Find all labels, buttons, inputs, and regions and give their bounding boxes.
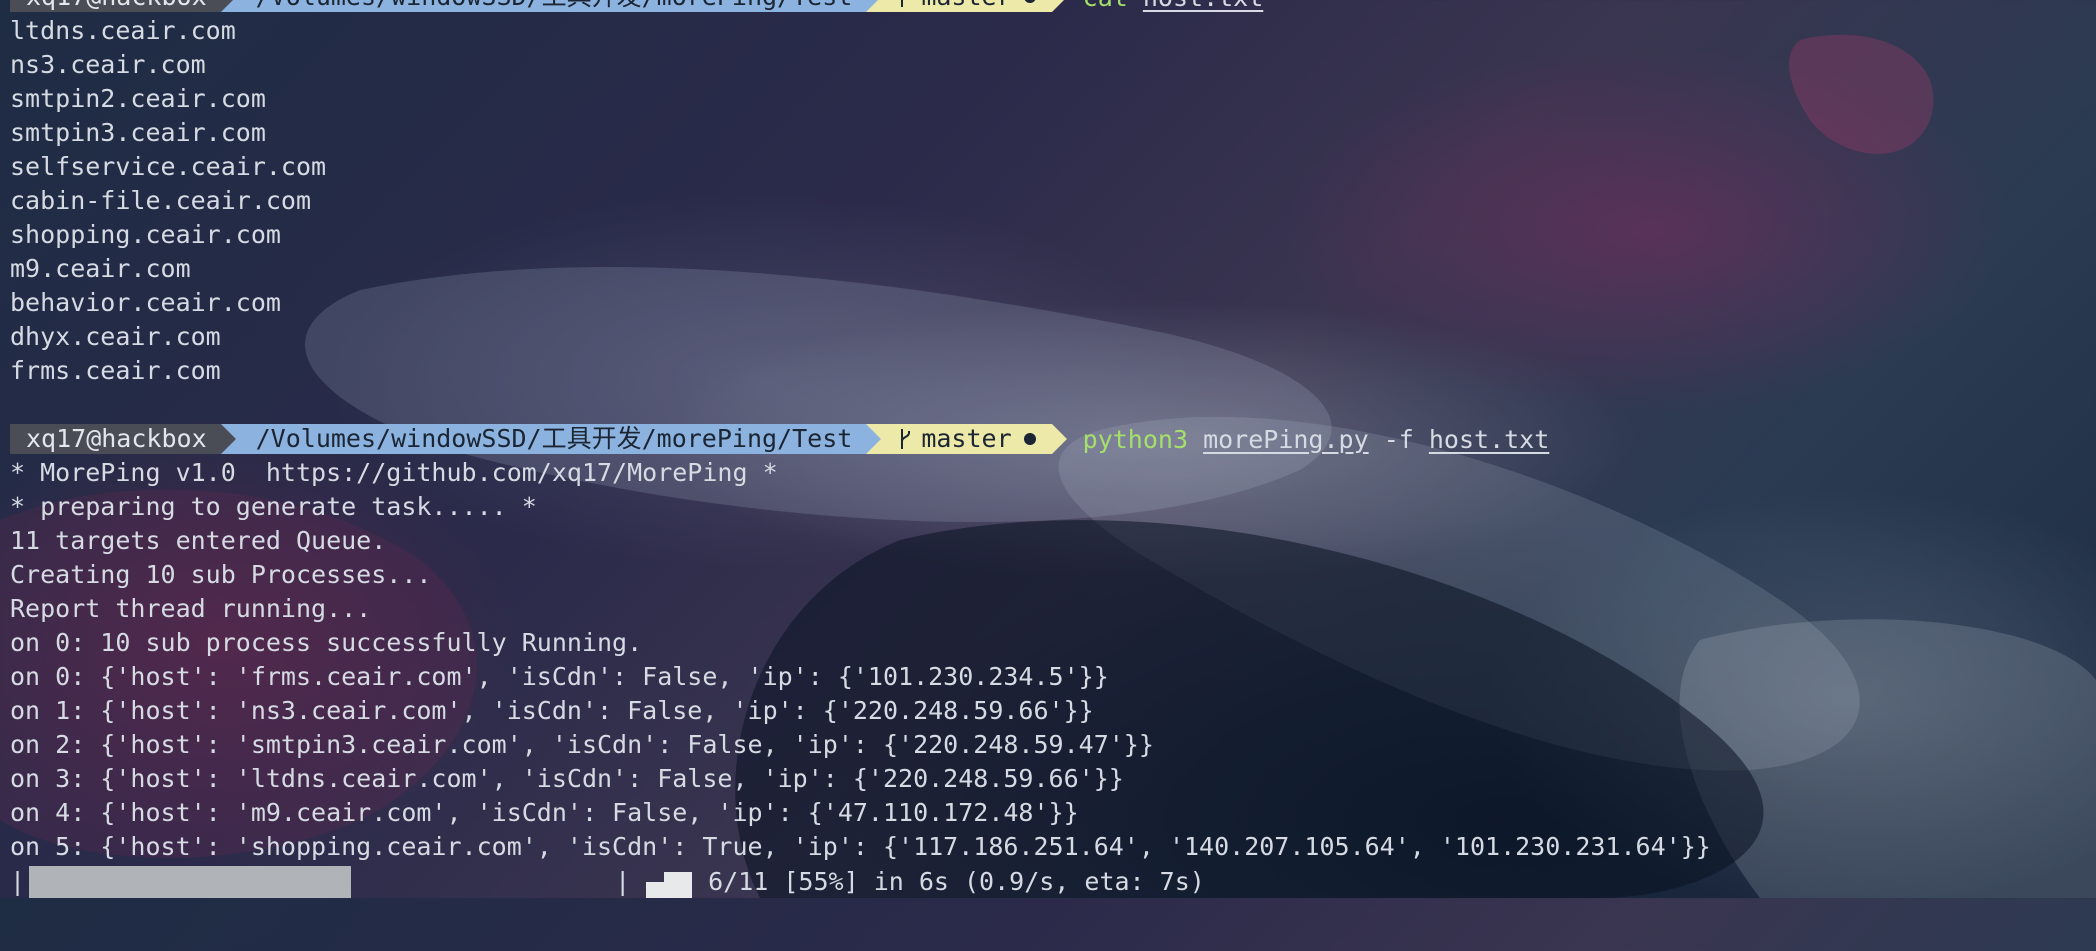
git-branch-icon [901, 429, 911, 449]
prompt-separator-icon [1051, 424, 1067, 454]
command-name: python3 [1082, 424, 1188, 454]
output-line: dhyx.ceair.com [10, 322, 221, 351]
progress-spinner-icon [646, 864, 693, 898]
prompt-separator-icon [1051, 0, 1067, 12]
output-line: selfservice.ceair.com [10, 152, 327, 181]
progress-left-edge: | [10, 866, 26, 896]
output-line: cabin-file.ceair.com [10, 186, 312, 215]
shell-prompt-2: xq17@hackbox /Volumes/windowSSD/工具开发/mor… [10, 422, 2086, 456]
prompt-user-segment: xq17@hackbox [10, 0, 221, 12]
shell-prompt-1: xq17@hackbox /Volumes/windowSSD/工具开发/mor… [10, 0, 2086, 14]
progress-bar-row: | | 6/11 [55%] in 6s (0.9/s, eta: 7s) [10, 864, 2086, 898]
output-line: Report thread running... [10, 594, 372, 623]
output-line: smtpin3.ceair.com [10, 118, 266, 147]
output-line: ns3.ceair.com [10, 50, 206, 79]
output-line: * MorePing v1.0 https://github.com/xq17/… [10, 458, 778, 487]
command-text: cat host.txt [1083, 0, 1264, 12]
git-branch-name: master [921, 0, 1011, 12]
prompt-separator-icon [866, 424, 882, 454]
command-argument: host.txt [1143, 0, 1263, 12]
command-text: python3 morePing.py -f host.txt [1083, 425, 1550, 454]
prompt-user-segment: xq17@hackbox [10, 424, 221, 454]
output-line: behavior.ceair.com [10, 288, 281, 317]
command-flag: -f [1383, 424, 1414, 454]
output-line: Creating 10 sub Processes... [10, 560, 432, 589]
prompt-path-segment: /Volumes/windowSSD/工具开发/morePing/Test [235, 424, 867, 454]
git-dirty-indicator-icon [1023, 433, 1036, 445]
program-output: * MorePing v1.0 https://github.com/xq17/… [10, 456, 2086, 864]
progress-right-edge: | [615, 866, 631, 896]
result-line: on 5: {'host': 'shopping.ceair.com', 'is… [10, 832, 1711, 861]
output-line: 11 targets entered Queue. [10, 526, 387, 555]
result-line: on 3: {'host': 'ltdns.ceair.com', 'isCdn… [10, 764, 1124, 793]
progress-status: 6/11 [55%] in 6s (0.9/s, eta: 7s) [708, 866, 1205, 896]
result-line: on 0: {'host': 'frms.ceair.com', 'isCdn'… [10, 662, 1109, 691]
output-line: frms.ceair.com [10, 356, 221, 385]
terminal-window[interactable]: xq17@hackbox /Volumes/windowSSD/工具开发/mor… [10, 0, 2086, 898]
output-line: on 0: 10 sub process successfully Runnin… [10, 628, 643, 657]
result-line: on 1: {'host': 'ns3.ceair.com', 'isCdn':… [10, 696, 1094, 725]
prompt-separator-icon [866, 0, 882, 12]
output-line: smtpin2.ceair.com [10, 84, 266, 113]
result-line: on 4: {'host': 'm9.ceair.com', 'isCdn': … [10, 798, 1079, 827]
host-list-output: ltdns.ceair.com ns3.ceair.com smtpin2.ce… [10, 14, 2086, 388]
prompt-separator-icon [220, 0, 236, 12]
prompt-path-segment: /Volumes/windowSSD/工具开发/morePing/Test [235, 0, 867, 12]
command-argument: host.txt [1428, 424, 1550, 454]
prompt-git-segment: master [881, 424, 1052, 454]
prompt-git-segment: master [881, 0, 1052, 12]
output-line: shopping.ceair.com [10, 220, 281, 249]
output-line: m9.ceair.com [10, 254, 191, 283]
progress-bar [29, 864, 375, 898]
prompt-separator-icon [220, 424, 236, 454]
progress-bar-fill [29, 866, 352, 898]
output-line: ltdns.ceair.com [10, 16, 236, 45]
command-name: cat [1083, 0, 1128, 12]
git-branch-name: master [921, 424, 1012, 453]
command-argument: morePing.py [1203, 424, 1369, 454]
git-branch-icon [901, 0, 904, 7]
result-line: on 2: {'host': 'smtpin3.ceair.com', 'isC… [10, 730, 1154, 759]
output-line: * preparing to generate task..... * [10, 492, 537, 521]
git-dirty-indicator-icon [1023, 0, 1036, 3]
